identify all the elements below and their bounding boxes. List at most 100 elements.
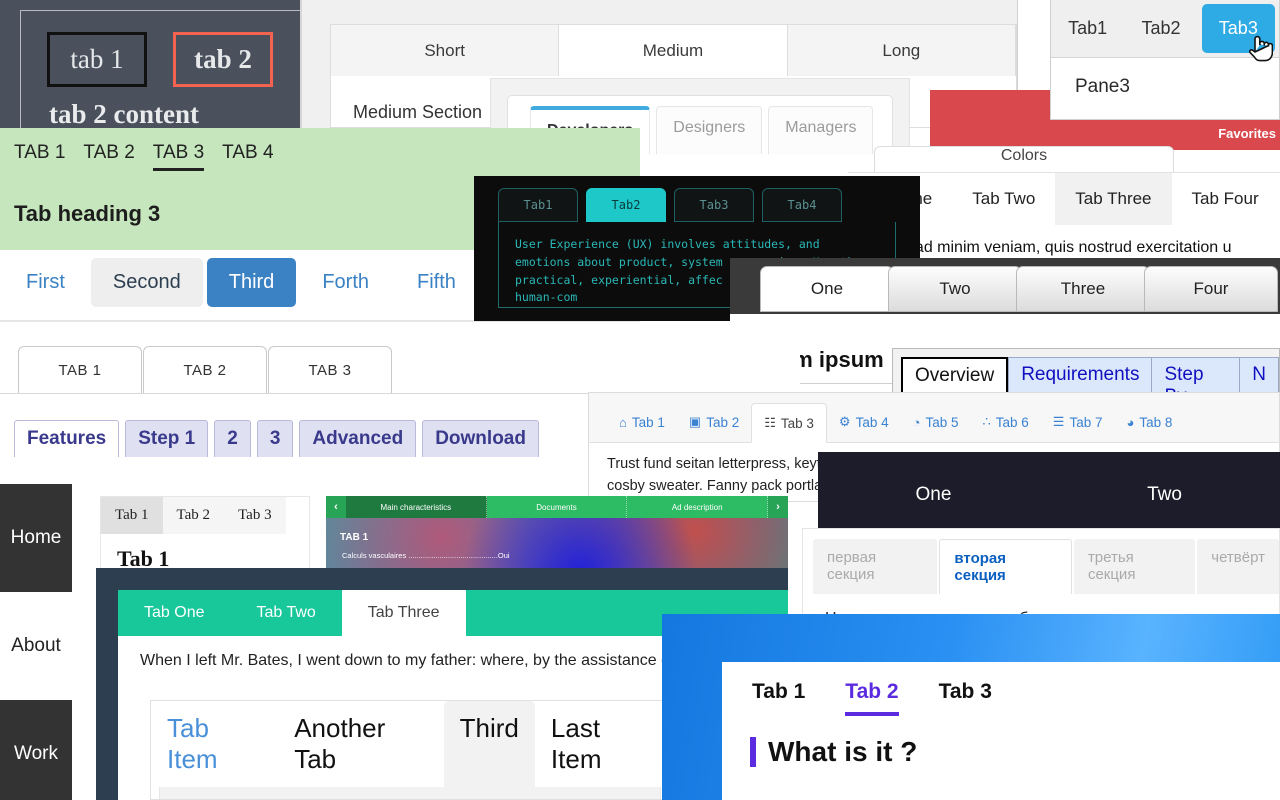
sitemap-icon: ∴ xyxy=(982,414,991,429)
tab-outlined-2[interactable]: TAB 2 xyxy=(143,346,267,393)
tab123-card: Tab1 Tab2 Tab3 Pane3 xyxy=(1050,0,1280,120)
tab-teal-two[interactable]: Tab Two xyxy=(230,590,341,636)
tab-blue-3[interactable]: Tab 3 xyxy=(939,680,992,716)
tab-blue-2[interactable]: Tab 2 xyxy=(845,680,899,716)
chevron-right-icon[interactable]: › xyxy=(768,496,788,518)
tab-three[interactable]: Tab Three xyxy=(1055,173,1172,225)
tab-four[interactable]: Tab Four xyxy=(1172,173,1279,225)
tab-icon-1-label: Tab 1 xyxy=(631,414,665,430)
tab-second[interactable]: Second xyxy=(90,258,203,307)
tab-outlined-1[interactable]: TAB 1 xyxy=(18,346,142,393)
tab-icon-6-label: Tab 6 xyxy=(995,414,1029,430)
tab-documents[interactable]: Documents xyxy=(486,496,628,518)
tab-features[interactable]: Features xyxy=(14,420,120,457)
tab-icon-1[interactable]: ⌂ Tab 1 xyxy=(607,402,677,442)
dark-tab-card: tab 1 tab 2 tab 2 content xyxy=(0,0,302,130)
tab-ru-3[interactable]: третья секция xyxy=(1073,539,1196,594)
tab-icon-4[interactable]: ⚙ Tab 4 xyxy=(827,402,901,442)
tab-icon-8[interactable]: ◕ Tab 8 xyxy=(1114,402,1184,442)
skeuo-panel xyxy=(730,314,1280,324)
tab-medium[interactable]: Medium xyxy=(559,25,788,76)
tab-skeuo-one[interactable]: One xyxy=(760,266,894,312)
tab-forth[interactable]: Forth xyxy=(300,258,391,307)
tab-third[interactable]: Third xyxy=(206,258,297,307)
tab-navy-two[interactable]: Two xyxy=(1049,452,1280,506)
sidebar-item-about[interactable]: About xyxy=(0,592,72,700)
tab-serif-3[interactable]: Tab 3 xyxy=(224,497,286,534)
tab-short[interactable]: Short xyxy=(331,25,560,76)
pie-chart-icon: ◕ xyxy=(1126,414,1135,430)
tab-skeuo-four[interactable]: Four xyxy=(1144,266,1278,312)
outlined-tablist: TAB 1 TAB 2 TAB 3 xyxy=(0,324,800,393)
tab-main-characteristics[interactable]: Main characteristics xyxy=(346,496,487,518)
tab-step-2[interactable]: 2 xyxy=(214,420,251,457)
tab-icon-2-label: Tab 2 xyxy=(706,414,740,430)
chevron-left-icon[interactable]: ‹ xyxy=(326,496,346,518)
tab-icon-7[interactable]: ☰ Tab 7 xyxy=(1041,402,1115,442)
tab-last-item[interactable]: Last Item xyxy=(534,701,669,787)
tab-ru-1[interactable]: первая секция xyxy=(813,539,938,594)
tab-icon-2[interactable]: ▣ Tab 2 xyxy=(677,402,751,442)
tab-tab3[interactable]: Tab3 xyxy=(1201,4,1275,53)
tab-skeuo-two[interactable]: Two xyxy=(888,266,1022,312)
tab-serif-2[interactable]: Tab 2 xyxy=(162,497,225,534)
sidebar-item-work[interactable]: Work xyxy=(0,700,72,800)
tab-serif-1[interactable]: Tab 1 xyxy=(101,497,163,534)
tab-tab2[interactable]: Tab2 xyxy=(1124,0,1197,57)
blue-panel: Tab 1 Tab 2 Tab 3 What is it ? xyxy=(722,662,1280,800)
overview-tablist: Overview Requirements Step By Step N xyxy=(893,349,1279,397)
tab-blue-1[interactable]: Tab 1 xyxy=(752,680,805,716)
calendar-icon: ☷ xyxy=(764,415,776,430)
sidebar-item-home[interactable]: Home xyxy=(0,484,72,592)
tab-item[interactable]: Tab Item xyxy=(151,701,279,787)
tab-two[interactable]: Tab Two xyxy=(952,173,1055,225)
blue-heading: What is it ? xyxy=(768,736,918,767)
tab-term-1[interactable]: Tab1 xyxy=(498,188,578,222)
favorites-label[interactable]: Favorites xyxy=(1218,126,1276,141)
tab-outlined-3[interactable]: TAB 3 xyxy=(268,346,392,393)
tab-navy-one[interactable]: One xyxy=(818,452,1049,506)
tab-ad-description[interactable]: Ad description xyxy=(627,496,769,518)
tab-button-tab1[interactable]: tab 1 xyxy=(47,32,147,87)
tab-managers[interactable]: Managers xyxy=(768,106,874,154)
tab-teal-three[interactable]: Tab Three xyxy=(341,590,466,636)
tab-green-2[interactable]: TAB 2 xyxy=(83,142,134,171)
tab-green-3[interactable]: TAB 3 xyxy=(152,142,205,171)
tab-teal-one[interactable]: Tab One xyxy=(118,590,230,636)
tab-step-3[interactable]: 3 xyxy=(256,420,294,457)
tab-term-3[interactable]: Tab3 xyxy=(674,188,754,222)
tab-tab1[interactable]: Tab1 xyxy=(1051,0,1124,57)
tab-long[interactable]: Long xyxy=(788,25,1016,76)
tab-term-4[interactable]: Tab4 xyxy=(762,188,842,222)
tab-ru-2[interactable]: вторая секция xyxy=(939,539,1072,594)
tab-advanced[interactable]: Advanced xyxy=(299,420,417,457)
tab-ru-4[interactable]: четвёрт xyxy=(1197,539,1279,594)
tab-icon-8-label: Tab 8 xyxy=(1139,414,1173,430)
overview-tab-card: Overview Requirements Step By Step N xyxy=(892,348,1280,398)
tab-icon-6[interactable]: ∴ Tab 6 xyxy=(970,402,1040,442)
tab-first[interactable]: First xyxy=(4,258,87,307)
carousel-content-title: TAB 1 xyxy=(340,532,369,543)
tab-green-1[interactable]: TAB 1 xyxy=(14,142,65,171)
tab-third-big[interactable]: Third xyxy=(443,701,535,787)
colors-tab-label[interactable]: Colors xyxy=(875,147,1173,165)
big-tab-panel xyxy=(159,787,661,799)
tab-skeuo-three[interactable]: Three xyxy=(1016,266,1150,312)
skeuo-tablist: One Two Three Four xyxy=(730,258,1280,312)
blue-tablist: Tab 1 Tab 2 Tab 3 xyxy=(722,662,1280,716)
tab-green-4[interactable]: TAB 4 xyxy=(222,142,273,171)
tab-button-tab2[interactable]: tab 2 xyxy=(173,32,273,87)
tab-step-1[interactable]: Step 1 xyxy=(125,420,209,457)
tab-icon-3[interactable]: ☷ Tab 3 xyxy=(751,403,827,443)
tab-designers[interactable]: Designers xyxy=(656,106,763,154)
blue-gradient-tab-card: Tab 1 Tab 2 Tab 3 What is it ? xyxy=(662,614,1280,800)
tab-fifth[interactable]: Fifth xyxy=(395,258,478,307)
vertical-nav-card: Home About Work xyxy=(0,484,72,800)
dark-tab-content: tab 2 content xyxy=(49,99,199,129)
tab-icon-5[interactable]: ◔ Tab 5 xyxy=(901,402,971,442)
russian-tablist: первая секция вторая секция третья секци… xyxy=(803,529,1279,594)
tab-download[interactable]: Download xyxy=(422,420,539,457)
tab-another[interactable]: Another Tab xyxy=(278,701,444,787)
tab-term-2[interactable]: Tab2 xyxy=(586,188,666,222)
features-tablist: Features Step 1 2 3 Advanced Download xyxy=(0,394,580,457)
